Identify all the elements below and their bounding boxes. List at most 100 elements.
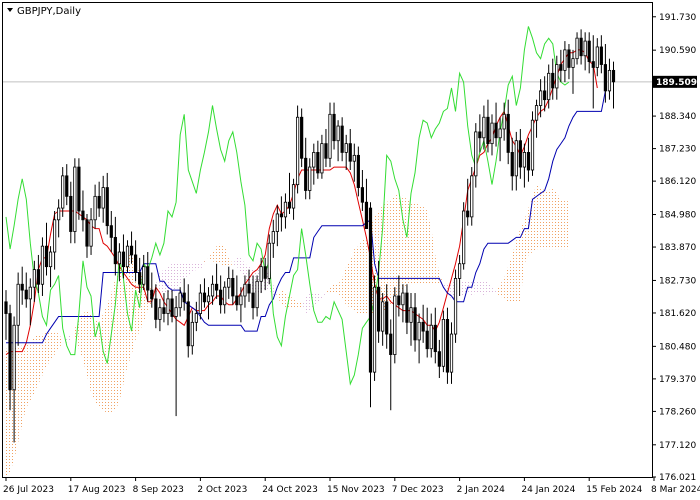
- candle-body: [381, 301, 385, 332]
- candle: [445, 307, 450, 384]
- kumo-bull-segment: [208, 252, 213, 261]
- kumo-bull-segment: [544, 190, 549, 250]
- candle-body: [591, 61, 595, 68]
- candle-body: [429, 324, 433, 350]
- candle: [514, 131, 518, 191]
- candle-body: [89, 219, 93, 247]
- candle-body: [320, 143, 324, 174]
- candle: [332, 102, 336, 150]
- kumo-bull-segment: [289, 295, 294, 308]
- candle-body: [170, 298, 174, 317]
- candle-body: [559, 64, 563, 71]
- candle-body: [376, 286, 381, 332]
- candle: [352, 143, 356, 182]
- candle-body: [12, 324, 16, 391]
- candle-body: [405, 292, 409, 323]
- candle: [494, 102, 498, 147]
- candle: [235, 275, 239, 311]
- dropdown-triangle-icon[interactable]: [7, 8, 13, 12]
- candle-body: [449, 333, 454, 373]
- candle-body: [437, 351, 441, 367]
- candle: [77, 158, 81, 220]
- candle: [73, 158, 77, 244]
- candle: [526, 137, 531, 182]
- candle-body: [583, 40, 587, 57]
- candle-body: [522, 152, 527, 168]
- candle: [429, 313, 433, 358]
- candle: [61, 167, 65, 217]
- candle-body: [20, 283, 24, 291]
- candle: [271, 219, 275, 258]
- kumo-bull-segment: [431, 228, 436, 285]
- candle-body: [603, 64, 608, 92]
- candle-body: [372, 286, 377, 373]
- kumo-bear-segment: [192, 263, 197, 273]
- kumo-bear-segment: [459, 281, 464, 296]
- kumo-bull-segment: [419, 205, 424, 285]
- candle-body: [263, 266, 267, 279]
- candle-body: [231, 277, 235, 297]
- candle: [453, 269, 458, 343]
- candle-body: [279, 213, 284, 218]
- candle: [340, 117, 344, 162]
- kumo-bear-segment: [305, 293, 310, 314]
- candle: [571, 49, 575, 94]
- candle-body: [4, 301, 8, 314]
- candle: [4, 290, 8, 340]
- kumo-bear-segment: [475, 281, 480, 294]
- y-tick-label: 186.120: [659, 177, 696, 187]
- candle: [470, 167, 474, 226]
- candle: [295, 105, 300, 194]
- kumo-bull-segment: [103, 304, 108, 414]
- kumo-bull-segment: [281, 290, 286, 308]
- kumo-bull-segment: [22, 345, 27, 425]
- candle-body: [474, 131, 478, 177]
- chart-container: 191.730 190.590 188.340 187.230 186.120 184.9…: [0, 0, 700, 500]
- candle-body: [85, 219, 89, 247]
- candle-body: [239, 295, 243, 306]
- candle: [239, 287, 243, 323]
- candle-body: [267, 242, 271, 279]
- candle-body: [453, 277, 458, 335]
- candle: [53, 211, 57, 270]
- candle: [65, 164, 69, 206]
- candle-body: [397, 295, 401, 306]
- kumo-bull-segment: [362, 237, 367, 314]
- candle: [275, 205, 279, 247]
- candle: [312, 143, 316, 185]
- candle: [490, 114, 494, 156]
- candle: [417, 313, 421, 364]
- candle-body: [243, 283, 247, 297]
- candle-body: [36, 269, 41, 285]
- candle: [36, 254, 41, 294]
- candle: [182, 278, 186, 311]
- kumo-bear-segment: [487, 281, 492, 294]
- candle-body: [287, 201, 292, 209]
- kumo-bull-segment: [556, 193, 561, 250]
- candle-body: [174, 307, 178, 317]
- candle-body: [506, 113, 510, 153]
- price-chart[interactable]: 191.730 190.590 188.340 187.230 186.120 184.9…: [0, 0, 700, 500]
- kumo-bear-segment: [313, 293, 318, 308]
- candle-body: [587, 40, 591, 62]
- kumo-bull-segment: [500, 278, 505, 299]
- candle: [223, 281, 227, 314]
- kumo-bull-segment: [293, 298, 298, 308]
- candle-body: [283, 201, 288, 218]
- x-tick-label: 2 Oct 2023: [197, 485, 247, 495]
- candle-body: [462, 210, 466, 265]
- candle: [539, 79, 543, 118]
- candle: [291, 178, 296, 220]
- kumo-bull-segment: [87, 310, 92, 393]
- candle-body: [336, 125, 340, 142]
- candle: [304, 137, 308, 200]
- candle-body: [486, 116, 490, 145]
- candle: [534, 99, 539, 138]
- kumo-bull-segment: [95, 319, 100, 408]
- candle-body: [16, 283, 20, 326]
- candle-body: [308, 166, 312, 191]
- candle-body: [595, 46, 599, 68]
- kumo-bull-segment: [228, 257, 233, 267]
- candle: [24, 272, 28, 308]
- candle-body: [81, 210, 85, 221]
